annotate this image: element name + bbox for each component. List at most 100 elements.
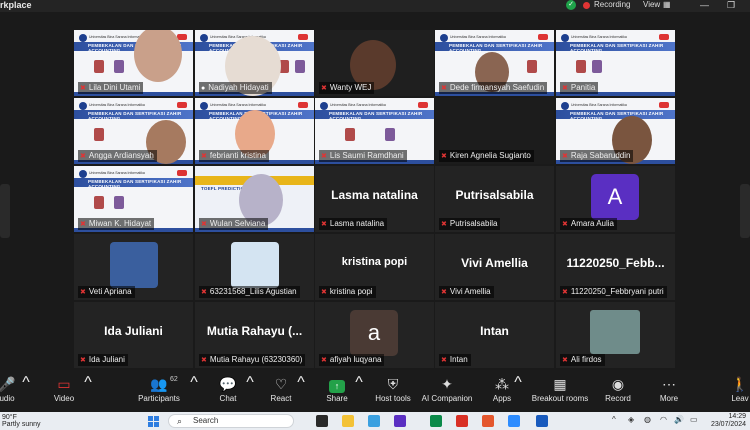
meeting-controls-toolbar: 🎤 udio ^ ▭ Video ^ 👥 Participants 62 ^ 💬…: [0, 370, 750, 412]
gallery-view: Universitas Bina Sarana Informatika PEMB…: [0, 12, 750, 370]
video-tile[interactable]: ✖ Wanty WEJ: [315, 30, 434, 96]
clock-time: 14:29: [728, 413, 746, 420]
mic-muted-icon: ✖: [562, 153, 568, 160]
participant-display-name: kristina popi: [341, 256, 408, 268]
window-title: rkplace: [0, 0, 32, 10]
prev-page-button[interactable]: [0, 184, 10, 238]
location-icon[interactable]: ◍: [644, 415, 651, 424]
initial-avatar: A: [591, 174, 639, 220]
restore-icon[interactable]: ❐: [727, 0, 735, 11]
clock-date: 23/07/2024: [710, 421, 746, 428]
mic-muted-icon: ✖: [80, 289, 86, 296]
tray-overflow-icon[interactable]: ^: [612, 415, 616, 424]
participant-display-name: Mutia Rahayu (...: [206, 324, 303, 338]
profile-photo: [590, 310, 640, 354]
video-options-caret[interactable]: ^: [84, 374, 92, 392]
mic-muted-icon: ✖: [441, 289, 447, 296]
video-tile[interactable]: Universitas Bina Sarana Informatika PEMB…: [195, 98, 314, 164]
mic-muted-icon: ✖: [80, 357, 86, 364]
participant-name-tag: ✖ kristina popi: [319, 286, 376, 298]
video-tile[interactable]: Lasma natalina ✖ Lasma natalina: [315, 166, 434, 232]
participant-name-tag: ✖ Dede firmansyah Saefudin: [439, 82, 548, 94]
recording-indicator[interactable]: Recording: [594, 0, 630, 9]
participant-name-tag: ✖ Ali firdos: [560, 354, 605, 366]
video-tile[interactable]: ✖ Ali firdos: [556, 302, 675, 368]
app-icon[interactable]: [394, 415, 406, 427]
video-tile[interactable]: Universitas Bina Sarana Informatika PEMB…: [556, 98, 675, 164]
edge-browser-icon[interactable]: [368, 415, 380, 427]
video-tile[interactable]: Putrisalsabila ✖ Putrisalsabila: [435, 166, 554, 232]
mic-muted-icon: ✖: [441, 221, 447, 228]
app-icon[interactable]: [430, 415, 442, 427]
mic-muted-icon: ✖: [441, 153, 447, 160]
participant-name-tag: ✖ Wanty WEJ: [319, 82, 375, 94]
video-tile[interactable]: Universitas Bina Sarana Informatika PEMB…: [74, 98, 193, 164]
share-screen-icon: ↑: [329, 380, 345, 393]
word-app-icon[interactable]: [536, 415, 548, 427]
next-page-button[interactable]: [740, 184, 750, 238]
video-tile[interactable]: Intan ✖ Intan: [435, 302, 554, 368]
participant-name-tag: ✖ Angga Ardiansyah: [78, 150, 157, 162]
file-explorer-icon[interactable]: [342, 415, 354, 427]
mic-muted-icon: ✖: [562, 85, 568, 92]
video-tile[interactable]: Universitas Bina Sarana Informatika PEMB…: [74, 30, 193, 96]
tray-app-icon[interactable]: ◈: [628, 415, 634, 424]
participant-display-name: Vivi Amellia: [461, 256, 528, 270]
video-tile[interactable]: Mutia Rahayu (... ✖ Mutia Rahayu (6323036…: [195, 302, 314, 368]
participant-name-tag: ✖ Wulan Selviana: [199, 218, 269, 230]
participant-name-tag: ✖ febrianti kristina: [199, 150, 269, 162]
app-icon[interactable]: [456, 415, 468, 427]
video-tile[interactable]: Universitas Bina Sarana Informatika PEMB…: [315, 98, 434, 164]
participants-button[interactable]: 👥 Participants: [124, 374, 194, 403]
participant-display-name: Intan: [480, 324, 509, 338]
video-tile[interactable]: a ✖ afiyah luqyana: [315, 302, 434, 368]
leave-icon: 🚶: [731, 376, 749, 392]
more-button[interactable]: ⋯ More: [634, 374, 704, 403]
video-tile[interactable]: Ida Juliani ✖ Ida Juliani: [74, 302, 193, 368]
wifi-icon[interactable]: ◠: [660, 415, 667, 424]
video-tile[interactable]: ✖ Kiren Agnelia Sugianto: [435, 98, 554, 164]
view-button[interactable]: View: [643, 0, 660, 9]
zoom-app-icon[interactable]: [508, 415, 520, 427]
taskbar-clock[interactable]: 14:29 23/07/2024: [702, 413, 746, 429]
video-tile[interactable]: 11220250_Febb... ✖ 11220250_Febbryani put…: [556, 234, 675, 300]
video-tile[interactable]: Vivi Amellia ✖ Vivi Amellia: [435, 234, 554, 300]
video-tile[interactable]: kristina popi ✖ kristina popi: [315, 234, 434, 300]
minimize-icon[interactable]: —: [700, 0, 709, 10]
video-tile[interactable]: Universitas Bina Sarana Informatika PEMB…: [556, 30, 675, 96]
video-tile[interactable]: ✖ 63231568_Lilis Agustian: [195, 234, 314, 300]
participant-name-tag: ✖ Vivi Amellia: [439, 286, 494, 298]
participant-name-tag: ✖ Raja Sabaruddin: [560, 150, 634, 162]
mic-muted-icon: ✖: [321, 357, 327, 364]
app-icon[interactable]: [482, 415, 494, 427]
participant-name-tag: ✖ Lis Saumi Ramdhani: [319, 150, 407, 162]
view-grid-icon[interactable]: ▦: [663, 0, 671, 9]
apps-options-caret[interactable]: ^: [514, 374, 522, 392]
mic-muted-icon: ✖: [562, 221, 568, 228]
video-tile[interactable]: Universitas Bina Sarana Informatika PEMB…: [435, 30, 554, 96]
security-shield-icon[interactable]: ✓: [566, 0, 576, 10]
video-tile[interactable]: Universitas Bina Sarana Informatika PEMB…: [74, 166, 193, 232]
volume-icon[interactable]: 🔊: [674, 415, 684, 424]
participant-name-tag: ✖ 63231568_Lilis Agustian: [199, 286, 300, 298]
task-view-icon[interactable]: [316, 415, 328, 427]
participant-name-tag: ✖ Miwan K. Hidayat: [78, 218, 155, 230]
mic-muted-icon: ✖: [321, 221, 327, 228]
title-bar: rkplace ✓ Recording View ▦ — ❐: [0, 0, 750, 12]
video-tile[interactable]: ✖ Veti Apriana: [74, 234, 193, 300]
profile-photo: [110, 242, 158, 288]
participant-display-name: Lasma natalina: [331, 188, 418, 202]
mic-muted-icon: ✖: [201, 221, 207, 228]
battery-icon[interactable]: ▭: [690, 415, 698, 424]
mic-muted-icon: ✖: [441, 85, 447, 92]
video-tile-active-speaker[interactable]: Universitas Bina Sarana Informatika PEMB…: [195, 30, 314, 96]
start-button[interactable]: [148, 416, 159, 427]
participant-name-tag: ✖ Veti Apriana: [78, 286, 135, 298]
participant-name-tag: ✖ Lasma natalina: [319, 218, 388, 230]
weather-widget[interactable]: 90°F Partly sunny: [2, 414, 41, 428]
participant-name-tag: ✖ Kiren Agnelia Sugianto: [439, 150, 534, 162]
taskbar-search-box[interactable]: ⌕ Search: [168, 414, 294, 428]
video-tile[interactable]: TOEFL PREDICTION TEST ✖ Wulan Selviana: [195, 166, 314, 232]
leave-button[interactable]: 🚶 Leav: [705, 374, 750, 403]
video-tile[interactable]: A ✖ Amara Aulia: [556, 166, 675, 232]
